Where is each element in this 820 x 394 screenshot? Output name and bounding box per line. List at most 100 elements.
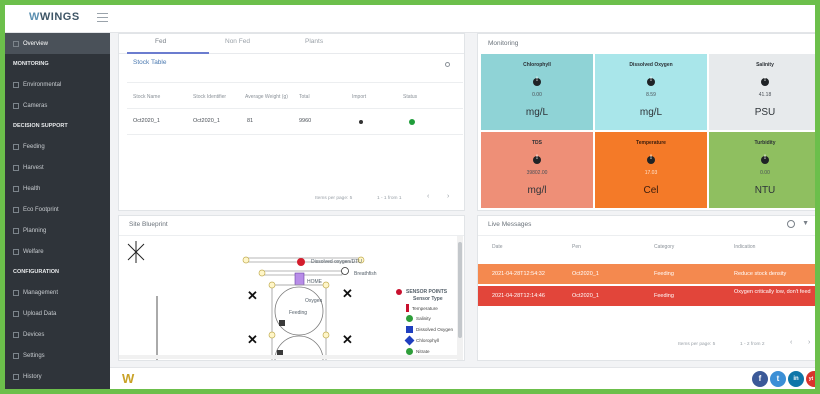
settings-icon[interactable] [787, 220, 795, 228]
message-date: 2021-04-28T12:14:46 [492, 293, 545, 299]
legend-label: Chlorophyll [416, 338, 439, 343]
anchor-x-icon: ✕ [342, 332, 353, 347]
col-indication[interactable]: Indication [734, 244, 755, 250]
next-page-icon[interactable]: › [447, 193, 449, 200]
sensor-point-icon[interactable] [341, 267, 349, 275]
import-dot-icon[interactable] [359, 120, 363, 124]
col-status[interactable]: Status [403, 94, 417, 100]
sidebar-item-environmental[interactable]: Environmental [5, 74, 110, 95]
col-import[interactable]: Import [352, 94, 366, 100]
sidebar-item-label: Management [23, 289, 59, 296]
col-pen[interactable]: Pen [572, 244, 581, 250]
sidebar-item-harvest[interactable]: Harvest [5, 157, 110, 178]
next-page-icon[interactable]: › [808, 339, 810, 346]
sidebar-item-planning[interactable]: Planning [5, 220, 110, 241]
site-blueprint-map[interactable] [119, 236, 454, 360]
legend-item: Salinity [406, 315, 431, 322]
sensor-tile-chlorophyll[interactable]: Chlorophyll 0.00 mg/L [481, 54, 593, 130]
tab-non-fed[interactable]: Non Fed [225, 38, 250, 45]
col-stock-identifier[interactable]: Stock Identifier [193, 94, 226, 100]
sensor-tile-turbidity[interactable]: Turbidity 0.00 NTU [709, 132, 815, 208]
tile-title: TDS [532, 140, 542, 146]
message-row[interactable]: 2021-04-28T12:14:46 Oct2020_1 Feeding Oxyge… [478, 286, 815, 306]
sidebar-item-eco-footprint[interactable]: Eco Footprint [5, 199, 110, 220]
sidebar-item-cameras[interactable]: Cameras [5, 95, 110, 116]
tile-value: 39802.00 [526, 170, 548, 176]
message-indication: Oxygen critically low, don't feed [734, 289, 811, 295]
divider [127, 134, 463, 135]
sensor-label: Breathfish [354, 271, 377, 277]
legend-label: Nitrate [416, 349, 430, 354]
sensor-tile-tds[interactable]: TDS 39802.00 mg/l [481, 132, 593, 208]
temperature-sensor-icon[interactable] [297, 258, 305, 266]
stock-table-title: Stock Table [133, 59, 167, 66]
message-indication: Reduce stock density [734, 271, 787, 277]
horizontal-scrollbar[interactable] [119, 355, 458, 359]
tile-unit: NTU [754, 185, 776, 196]
tile-value: 0.00 [532, 92, 542, 98]
twitter-icon[interactable]: t [770, 371, 786, 387]
facebook-icon[interactable]: f [752, 371, 768, 387]
filter-icon[interactable]: ▼ [802, 220, 809, 227]
cell-total: 9960 [299, 118, 312, 124]
search-icon[interactable] [445, 62, 450, 67]
tile-value: 8.59 [646, 92, 656, 98]
sidebar-item-upload-data[interactable]: Upload Data [5, 303, 110, 324]
sensor-tile-temperature[interactable]: Temperature 17.03 Cel [595, 132, 707, 208]
buoy-icon [258, 269, 266, 277]
sidebar-item-settings[interactable]: Settings [5, 345, 110, 366]
tile-title: Chlorophyll [523, 62, 551, 68]
prev-page-icon[interactable]: ‹ [427, 193, 429, 200]
active-tab-indicator [127, 52, 209, 54]
sidebar-item-health[interactable]: Health [5, 178, 110, 199]
legend-item: Nitrate [406, 348, 430, 355]
tab-plants[interactable]: Plants [305, 38, 323, 45]
legend-item: Chlorophyll [404, 335, 439, 346]
sidebar-item-welfare[interactable]: Welfare [5, 241, 110, 262]
sensor-label: HOME [307, 279, 322, 285]
dissolved-oxygen-sensor-icon[interactable] [294, 272, 305, 286]
menu-item-icon [13, 227, 19, 234]
col-category[interactable]: Category [654, 244, 674, 250]
message-row[interactable]: 2021-04-28T12:54:32 Oct2020_1 Feeding Reduc… [478, 264, 815, 284]
items-per-page[interactable]: Items per page: 5 [315, 196, 352, 201]
alert-icon [533, 155, 541, 164]
cell-average-weight: 81 [247, 118, 254, 124]
sidebar-item-devices[interactable]: Devices [5, 324, 110, 345]
col-date[interactable]: Date [492, 244, 503, 250]
sensor-tile-dissolved-oxygen[interactable]: Dissolved Oxygen 8.59 mg/L [595, 54, 707, 130]
sidebar-item-feeding[interactable]: Feeding [5, 136, 110, 157]
tab-fed[interactable]: Fed [155, 38, 166, 45]
sidebar-item-label: Environmental [23, 81, 62, 88]
legend-item: Temperature [406, 304, 438, 312]
sensor-label: Dissolved oxygen/DTU [311, 259, 362, 265]
prev-page-icon[interactable]: ‹ [790, 339, 792, 346]
tile-title: Dissolved Oxygen [629, 62, 673, 68]
sidebar-item-history[interactable]: History [5, 366, 110, 387]
sidebar-item-label: Cameras [23, 102, 48, 109]
sensor-tile-salinity[interactable]: Salinity 41.18 PSU [709, 54, 815, 130]
sidebar-item-overview[interactable]: Overview [5, 33, 110, 54]
legend-title: SENSOR POINTS [406, 289, 448, 295]
page-range: 1 - 2 from 2 [740, 342, 765, 347]
col-stock-name[interactable]: Stock Name [133, 94, 160, 100]
feeder-icon [279, 320, 285, 326]
col-total[interactable]: Total [299, 94, 310, 100]
vertical-scrollbar[interactable] [457, 236, 463, 360]
menu-toggle-icon[interactable] [97, 13, 108, 22]
app-logo[interactable]: WWINGS [29, 11, 80, 23]
items-per-page[interactable]: Items per page: 5 [678, 342, 715, 347]
scrollbar-thumb[interactable] [458, 242, 462, 338]
buoy-icon [268, 331, 276, 339]
menu-item-icon [13, 143, 19, 150]
divider [478, 235, 815, 236]
menu-item-icon [13, 40, 19, 47]
sidebar-item-management[interactable]: Management [5, 282, 110, 303]
col-average-weight[interactable]: Average Weight (g) [245, 94, 288, 100]
youtube-icon[interactable]: yt [806, 371, 815, 387]
compass-icon [127, 241, 145, 263]
blueprint-title: Site Blueprint [129, 221, 168, 228]
linkedin-icon[interactable]: in [788, 371, 804, 387]
sidebar-item-label: Health [23, 185, 41, 192]
alert-icon [647, 77, 655, 86]
